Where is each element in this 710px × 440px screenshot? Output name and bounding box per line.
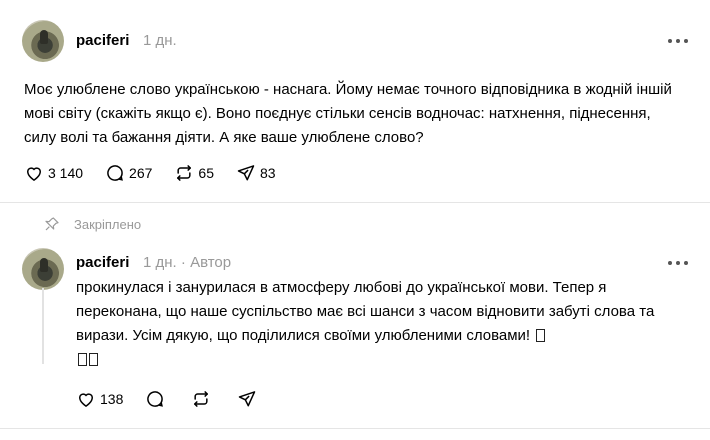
post-actions: 3 140 267 65 83	[24, 162, 298, 184]
like-button[interactable]: 3 140	[24, 163, 83, 183]
like-count: 138	[100, 391, 124, 407]
send-icon	[237, 165, 255, 181]
repost-count: 65	[198, 165, 214, 181]
like-button[interactable]: 138	[76, 389, 123, 409]
post-text: Моє улюблене слово українською - наснага…	[24, 81, 672, 146]
avatar[interactable]	[22, 20, 64, 62]
emoji-placeholder	[89, 353, 98, 366]
comment-icon	[107, 165, 123, 181]
divider	[0, 202, 710, 203]
meta-separator: ·	[180, 254, 186, 271]
share-button[interactable]	[237, 389, 261, 409]
thread-line	[42, 288, 44, 364]
repost-icon	[194, 391, 209, 407]
emoji-placeholder	[536, 329, 546, 342]
reply-username[interactable]: paciferi	[76, 254, 129, 271]
reply-text-body: прокинулася і занурилася в атмосферу люб…	[76, 279, 655, 344]
emoji-placeholder	[78, 353, 87, 366]
reply-time: 1 дн. · Автор	[143, 254, 231, 271]
repost-button[interactable]	[191, 389, 215, 409]
heart-icon	[26, 167, 42, 181]
pin-icon	[45, 217, 59, 231]
author-label: Автор	[190, 254, 232, 271]
share-count: 83	[259, 165, 276, 181]
reply-text: прокинулася і занурилася в атмосферу люб…	[76, 276, 686, 372]
post-username[interactable]: paciferi	[76, 32, 129, 49]
pinned-label: Закріплено	[74, 216, 142, 232]
like-count: 3 140	[48, 165, 84, 181]
send-icon	[239, 391, 256, 407]
more-icon[interactable]	[668, 260, 688, 266]
repost-button[interactable]: 65	[174, 163, 214, 183]
comment-icon	[147, 391, 164, 407]
divider	[0, 428, 710, 429]
repost-icon	[177, 165, 192, 181]
comment-count: 267	[129, 165, 153, 181]
reply-avatar[interactable]	[22, 248, 64, 290]
heart-icon	[78, 393, 94, 407]
comment-button[interactable]: 267	[105, 163, 152, 183]
share-button[interactable]: 83	[236, 163, 276, 183]
more-icon[interactable]	[668, 38, 688, 44]
comment-button[interactable]	[145, 389, 169, 409]
reply-actions: 138	[76, 388, 283, 410]
post-time: 1 дн.	[143, 32, 177, 49]
pinned-indicator: Закріплено	[44, 216, 141, 232]
reply-time-text: 1 дн.	[143, 254, 177, 271]
